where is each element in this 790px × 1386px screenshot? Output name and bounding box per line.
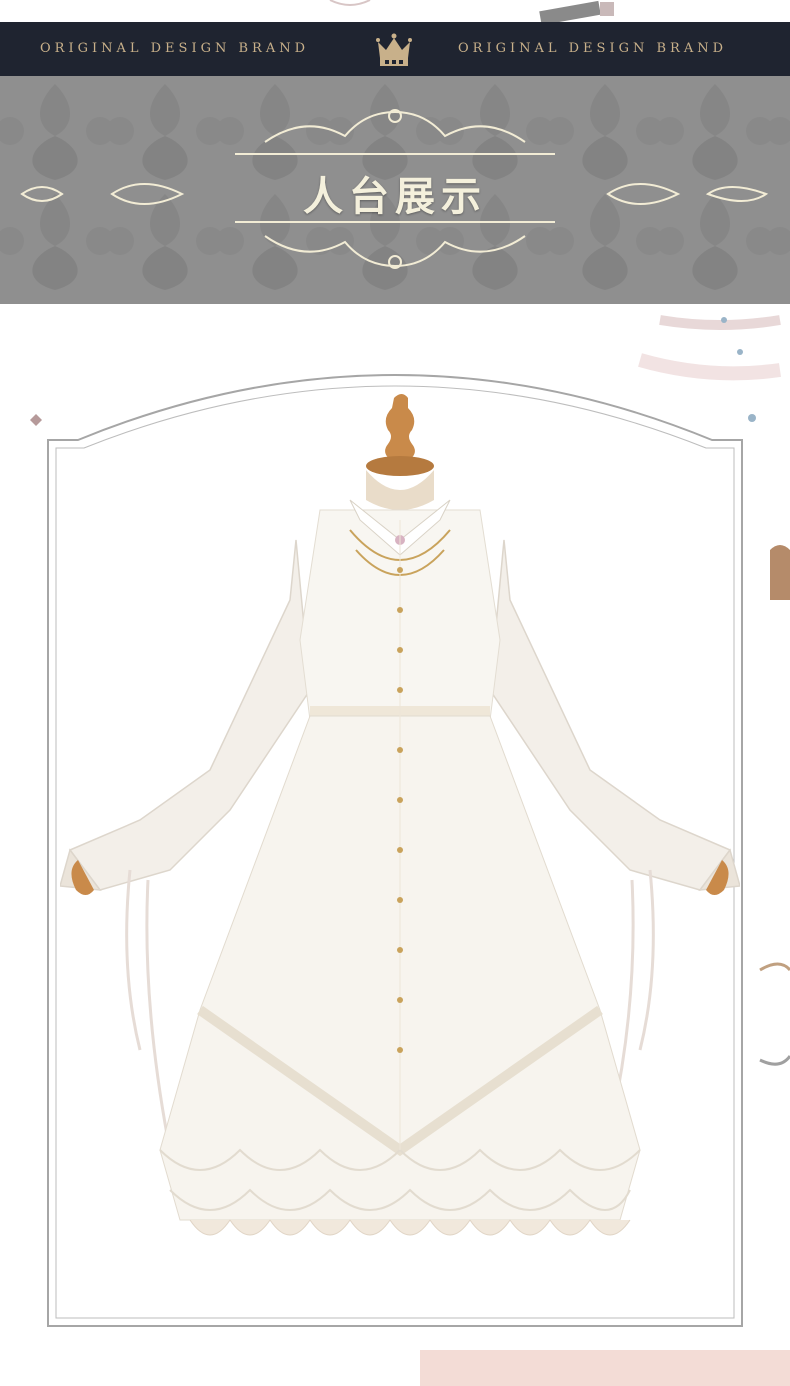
mannequin xyxy=(366,394,434,510)
title-banner: 人台展示 xyxy=(0,76,790,304)
crown-icon xyxy=(376,33,412,66)
skirt xyxy=(159,520,641,1236)
brand-header-bar: ORIGINAL DESIGN BRAND ORIGINAL DESIGN BR… xyxy=(0,22,790,76)
dress-photo xyxy=(60,394,740,1236)
brand-text-right: ORIGINAL DESIGN BRAND xyxy=(458,41,728,56)
top-ribbon-decoration xyxy=(329,0,614,24)
page-title: 人台展示 xyxy=(303,173,487,220)
brand-text-left: ORIGINAL DESIGN BRAND xyxy=(40,41,310,56)
